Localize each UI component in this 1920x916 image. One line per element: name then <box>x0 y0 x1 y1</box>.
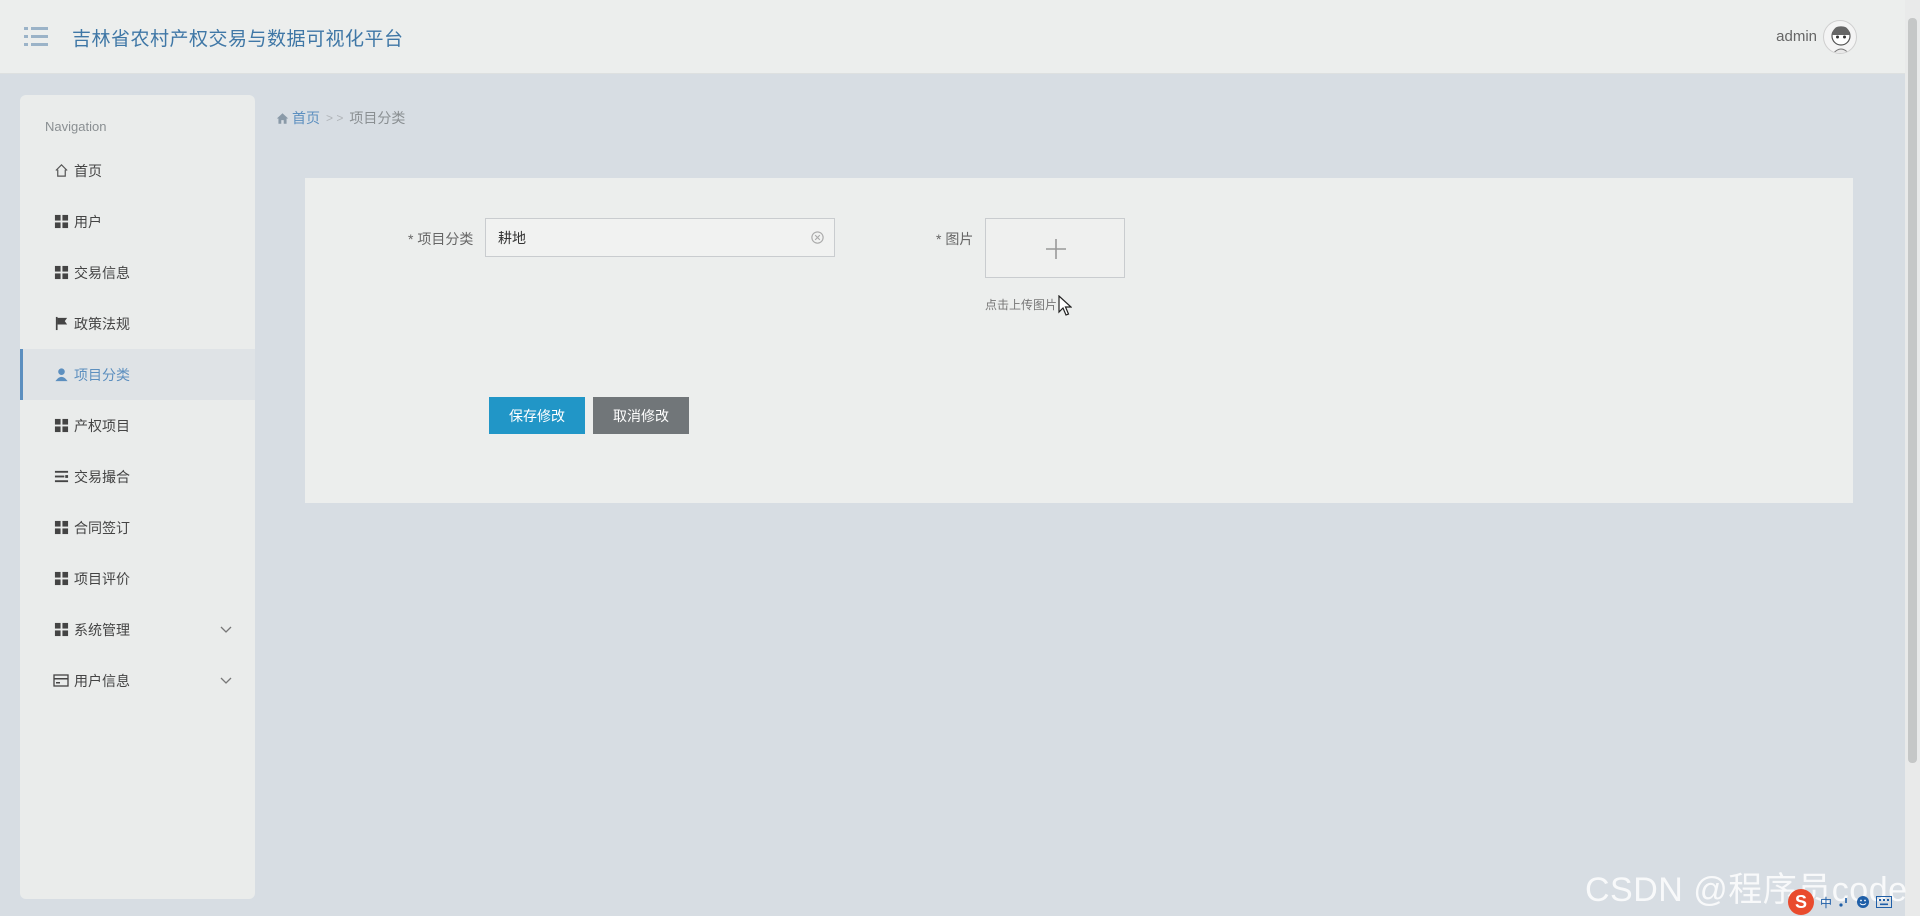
flag-icon <box>52 315 70 333</box>
avatar[interactable] <box>1823 20 1857 54</box>
sidebar-item-label: 用户信息 <box>74 672 130 689</box>
sidebar-item-label: 项目分类 <box>74 366 130 383</box>
grid-icon <box>52 570 70 588</box>
cancel-button[interactable]: 取消修改 <box>593 397 689 434</box>
sidebar-item-users[interactable]: 用户 <box>20 196 255 247</box>
sidebar-item-user-info[interactable]: 用户信息 <box>20 655 255 706</box>
card-icon <box>52 672 70 690</box>
category-input-value: 耕地 <box>498 229 526 246</box>
scrollbar-thumb[interactable] <box>1908 18 1917 763</box>
plus-icon <box>1046 239 1066 259</box>
sidebar-item-label: 用户 <box>74 213 102 230</box>
top-header: 吉林省农村产权交易与数据可视化平台 admin <box>0 0 1905 74</box>
ime-tray[interactable]: S 中 <box>1788 888 1920 916</box>
sidebar-item-home[interactable]: 首页 <box>20 145 255 196</box>
sidebar-item-contract[interactable]: 合同签订 <box>20 502 255 553</box>
image-upload[interactable] <box>985 218 1125 278</box>
sidebar-item-property-projects[interactable]: 产权项目 <box>20 400 255 451</box>
sidebar-item-label: 项目评价 <box>74 570 130 587</box>
breadcrumb-current: 项目分类 <box>349 110 406 126</box>
category-label: * 项目分类 <box>408 231 474 247</box>
mouse-cursor-icon <box>1058 294 1073 317</box>
app-title: 吉林省农村产权交易与数据可视化平台 <box>72 29 404 50</box>
sidebar-item-policy[interactable]: 政策法规 <box>20 298 255 349</box>
grid-icon <box>52 417 70 435</box>
sidebar-item-label: 政策法规 <box>74 315 130 332</box>
list-icon <box>52 468 70 486</box>
breadcrumb: 首页 > > 项目分类 <box>276 108 405 128</box>
grid-icon <box>52 213 70 231</box>
emoji-icon <box>1857 896 1870 908</box>
sidebar-item-label: 合同签订 <box>74 519 130 536</box>
page-scrollbar[interactable] <box>1905 0 1920 916</box>
nav-heading: Navigation <box>45 119 107 134</box>
sidebar-item-system[interactable]: 系统管理 <box>20 604 255 655</box>
grid-icon <box>52 264 70 282</box>
sidebar-item-matching[interactable]: 交易撮合 <box>20 451 255 502</box>
user-icon <box>52 366 70 384</box>
home-icon <box>276 112 289 124</box>
clear-icon[interactable] <box>810 230 825 245</box>
sidebar-item-evaluation[interactable]: 项目评价 <box>20 553 255 604</box>
user-name[interactable]: admin <box>1776 28 1817 45</box>
keyboard-icon <box>1876 896 1893 908</box>
sidebar-item-label: 交易信息 <box>74 264 130 281</box>
category-input[interactable]: 耕地 <box>485 218 835 257</box>
sidebar-item-label: 交易撮合 <box>74 468 130 485</box>
breadcrumb-home[interactable]: 首页 <box>276 108 320 128</box>
grid-icon <box>52 519 70 537</box>
breadcrumb-separator: > > <box>326 111 344 125</box>
chevron-down-icon <box>219 673 233 687</box>
sidebar-item-trade-info[interactable]: 交易信息 <box>20 247 255 298</box>
ime-mode-label: 中 <box>1820 895 1833 910</box>
edit-form-card: * 项目分类 耕地 * 图片 点击上传图片 保存修改 取消修改 <box>305 178 1853 503</box>
sidebar-item-category[interactable]: 项目分类 <box>20 349 255 400</box>
home-icon <box>52 162 70 180</box>
menu-icon[interactable] <box>22 24 50 50</box>
sidebar-item-label: 产权项目 <box>74 417 130 434</box>
sidebar-item-label: 系统管理 <box>74 621 130 638</box>
grid-icon <box>52 621 70 639</box>
upload-hint: 点击上传图片 <box>985 298 1058 312</box>
punctuation-icon <box>1839 898 1847 907</box>
chevron-down-icon <box>219 622 233 636</box>
ime-logo-icon: S <box>1788 889 1814 915</box>
image-label: * 图片 <box>936 231 974 247</box>
nav-list: 首页 用户 交易信息 政策法规 项目分类 产权项目 交易撮合 合同签订 项目评价… <box>20 145 255 706</box>
save-button[interactable]: 保存修改 <box>489 397 585 434</box>
sidebar-item-label: 首页 <box>74 162 102 179</box>
breadcrumb-home-label: 首页 <box>292 110 320 126</box>
sidebar: Navigation 首页 用户 交易信息 政策法规 项目分类 产权项目 交易撮… <box>20 95 255 899</box>
